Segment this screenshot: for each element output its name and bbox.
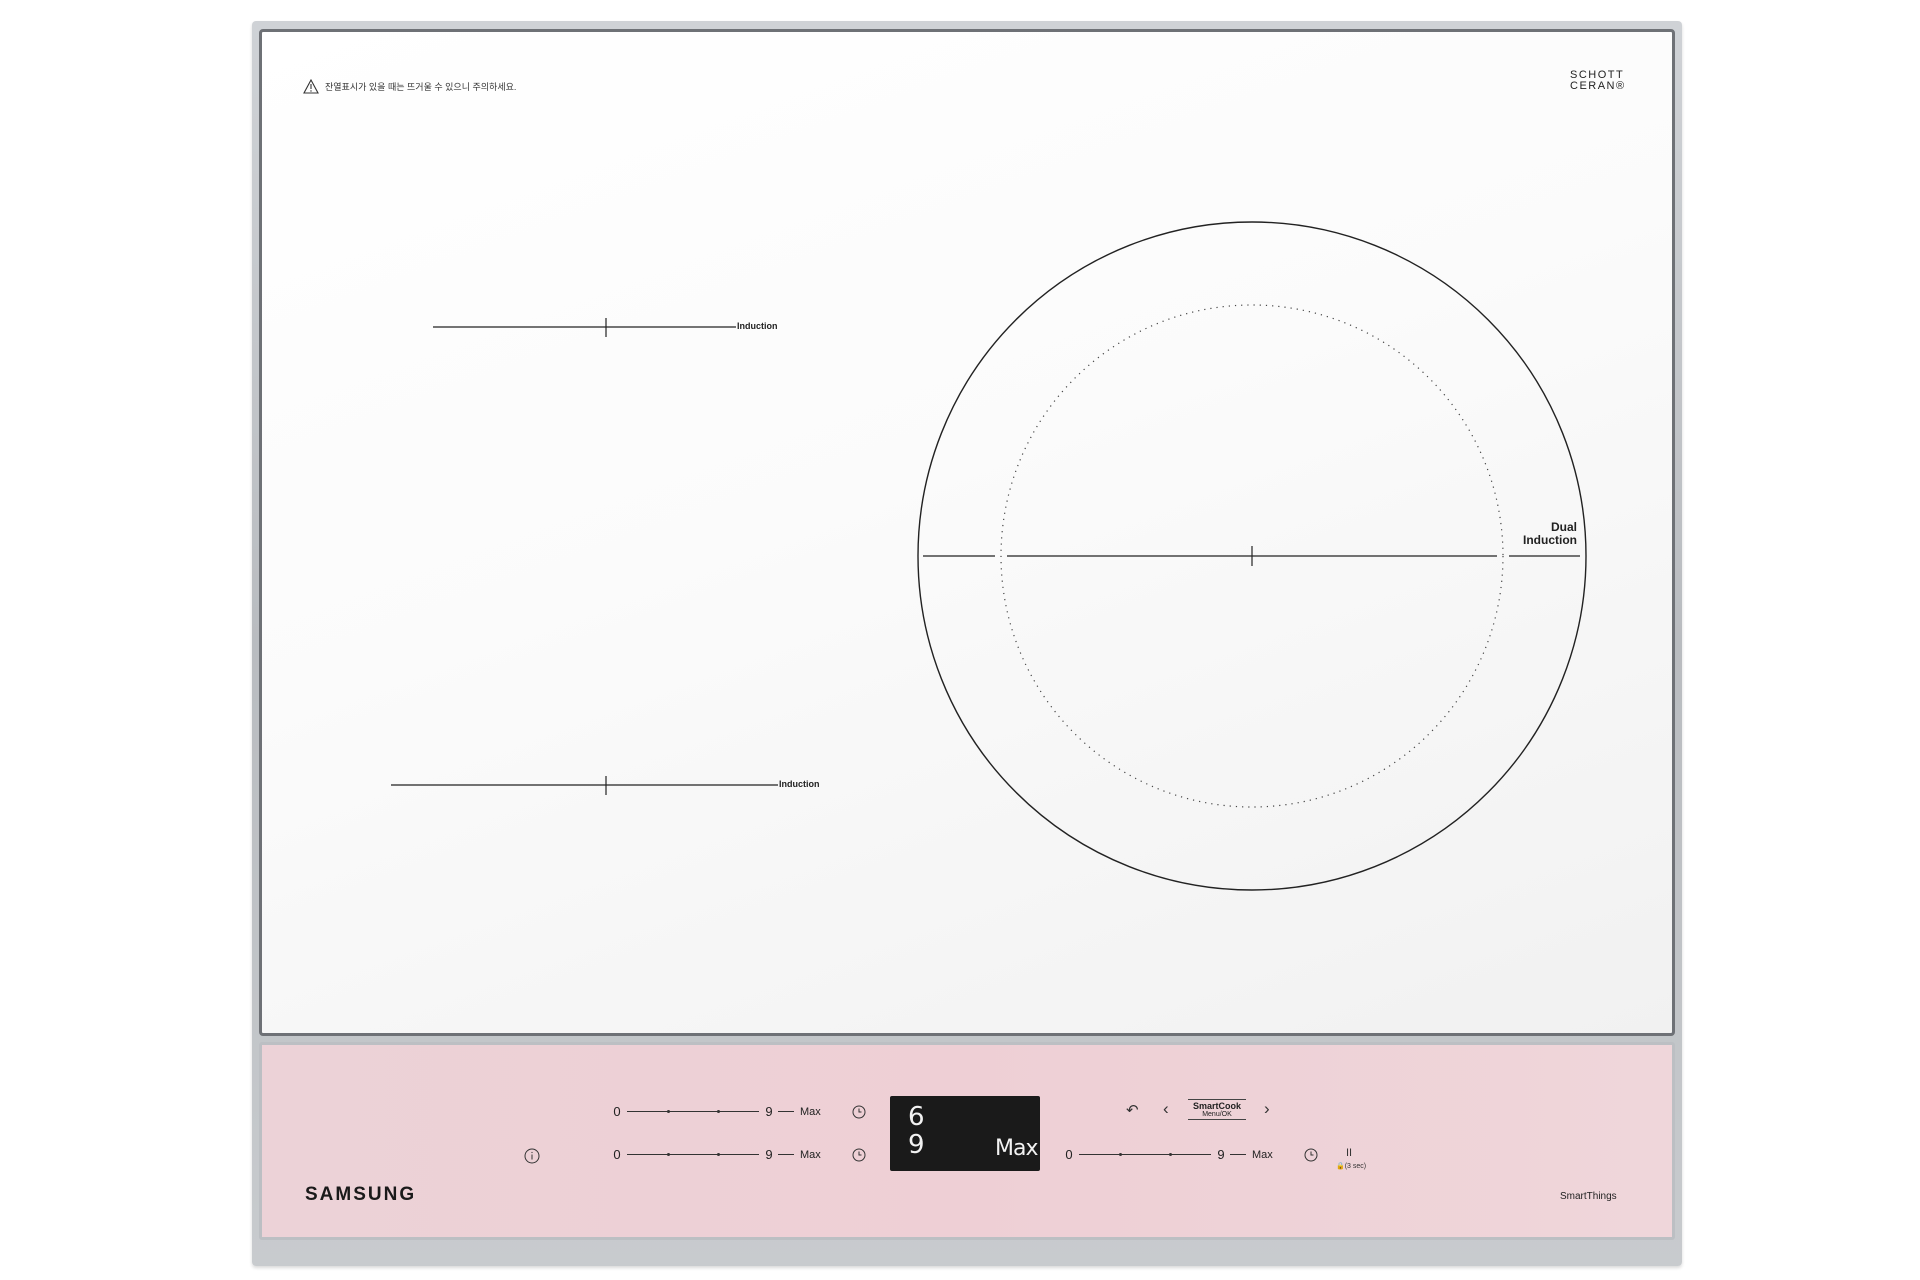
glass-cooktop-surface — [259, 29, 1675, 1036]
zone-left-bottom-label: Induction — [779, 779, 820, 789]
slider-track[interactable] — [627, 1153, 759, 1156]
display-zone-1-level: 6 — [908, 1102, 925, 1132]
status-display: 6 9 Max — [890, 1096, 1040, 1171]
zone-left-top-label: Induction — [737, 321, 778, 331]
warning-text: 잔열표시가 있을 때는 뜨거울 수 있으니 주의하세요. — [325, 82, 517, 92]
chevron-left-icon[interactable]: ‹ — [1163, 1099, 1169, 1119]
timer-icon[interactable] — [852, 1105, 866, 1119]
power-slider-zone-1[interactable]: 0 9 Max — [611, 1104, 820, 1119]
chevron-right-icon[interactable]: › — [1264, 1099, 1270, 1119]
brand-logo: SAMSUNG — [305, 1184, 417, 1205]
smartthings-logo: SmartThings — [1560, 1191, 1617, 1202]
power-slider-zone-3[interactable]: 0 9 Max — [1063, 1147, 1272, 1162]
lock-icon: 🔒(3 sec) — [1336, 1163, 1367, 1170]
residual-heat-warning: 잔열표시가 있을 때는 뜨거울 수 있으니 주의하세요. — [303, 79, 516, 94]
timer-icon[interactable] — [1304, 1148, 1318, 1162]
smartcook-menu-button[interactable]: SmartCook Menu/OK — [1188, 1099, 1246, 1120]
pause-icon[interactable]: II — [1346, 1147, 1352, 1159]
zone-dual-label: Dual Induction — [1523, 520, 1577, 547]
slider-track[interactable] — [627, 1110, 759, 1113]
warning-icon — [303, 79, 319, 94]
display-zone-3-level: Max — [995, 1136, 1038, 1161]
schott-ceran-logo: SCHOTT CERAN® — [1570, 69, 1626, 92]
timer-icon[interactable] — [852, 1148, 866, 1162]
power-slider-zone-2[interactable]: 0 9 Max — [611, 1147, 820, 1162]
info-icon[interactable] — [524, 1148, 540, 1164]
back-icon[interactable]: ↶ — [1126, 1101, 1139, 1119]
display-zone-2-level: 9 — [908, 1130, 925, 1160]
slider-track[interactable] — [1079, 1153, 1211, 1156]
